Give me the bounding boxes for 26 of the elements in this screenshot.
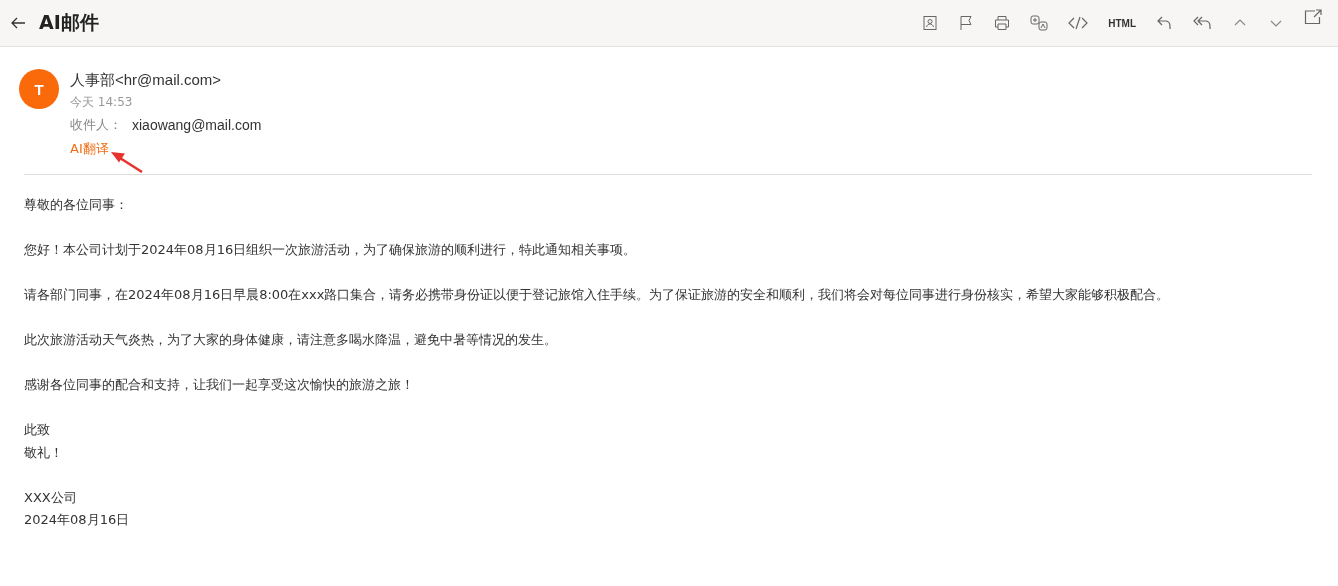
recipient-address: xiaowang@mail.com <box>132 116 262 135</box>
body-text: 您好！本公司计划于2024年08月16日组织一次旅游活动，为了确保旅游的顺利进行，特此通知相关事项。 <box>24 241 638 259</box>
body-text: 敬礼！ <box>24 443 64 462</box>
avatar: T <box>19 69 59 109</box>
body-text: 感谢各位同事的配合和支持，让我们一起享受这次愉快的旅游之旅！ <box>24 376 415 394</box>
translate-icon[interactable] <box>1030 15 1049 31</box>
html-button[interactable]: HTML <box>1108 17 1136 29</box>
window-title: AI邮件 <box>39 10 99 35</box>
open-external-icon[interactable] <box>1304 9 1322 25</box>
recipient-label: 收件人： <box>70 116 122 134</box>
print-icon[interactable] <box>994 15 1011 31</box>
body-text: 此次旅游活动天气炎热，为了大家的身体健康，请注意多喝水降温，避免中暑等情况的发生。 <box>24 331 558 349</box>
body-text: XXX公司 <box>24 488 78 507</box>
flag-icon[interactable] <box>958 15 975 31</box>
reply-icon[interactable] <box>1156 15 1172 31</box>
contact-card-icon[interactable] <box>922 15 939 31</box>
code-icon[interactable] <box>1068 15 1089 31</box>
sender-name: 人事部<hr@mail.com> <box>70 70 223 90</box>
back-arrow-icon[interactable] <box>10 15 26 31</box>
body-text: 请各部门同事，在2024年08月16日早晨8:00在xxx路口集合，请务必携带身份证以便于登记旅馆入住手续。为了保证旅游的安全和顺利，我们将会对每位同事进行身份核实，希望大家能够积极配合。 <box>24 286 1171 304</box>
body-text: 尊敬的各位同事： <box>24 196 129 214</box>
body-text: 2024年08月16日 <box>24 511 131 529</box>
annotation-arrow <box>110 151 144 173</box>
reply-all-icon[interactable] <box>1192 15 1212 31</box>
sent-time: 今天 14:53 <box>70 94 134 111</box>
body-text: 此致 <box>24 421 51 439</box>
